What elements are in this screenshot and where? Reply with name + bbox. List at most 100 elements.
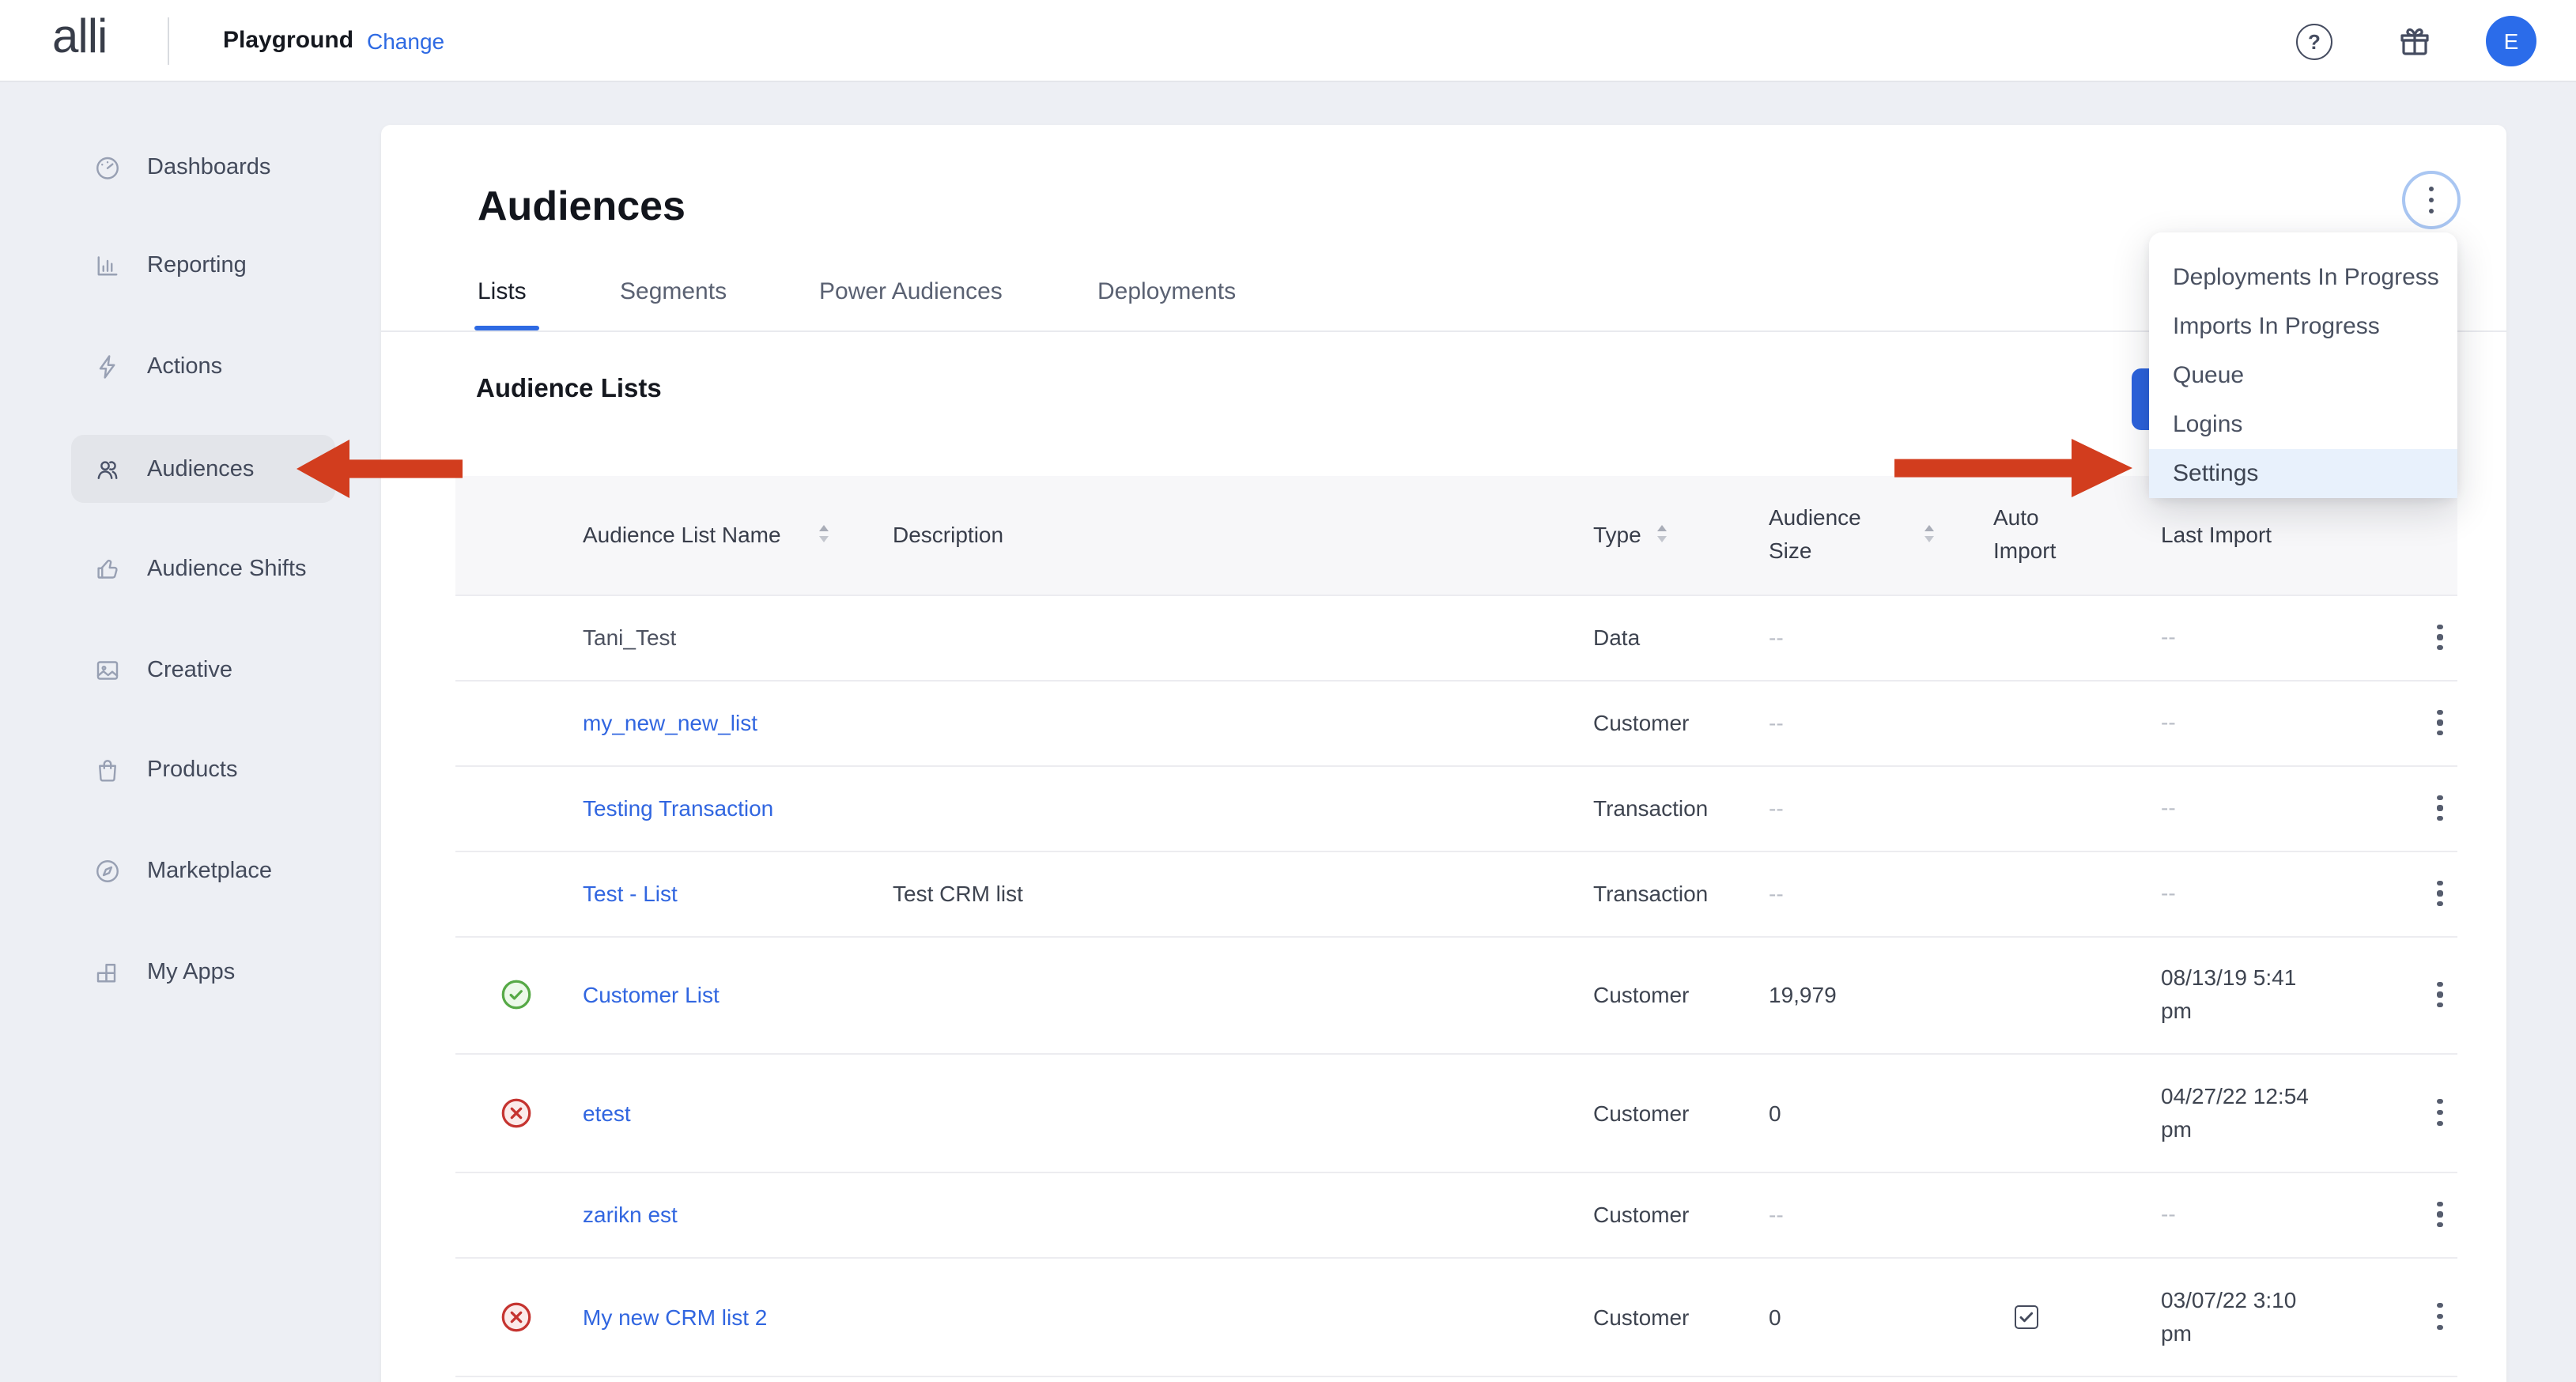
size-cell: -- — [1769, 1202, 1784, 1227]
audience-list-name-link[interactable]: Customer List — [583, 982, 720, 1007]
section-title: Audience Lists — [476, 375, 662, 405]
audience-list-name-link[interactable]: my_new_new_list — [583, 710, 757, 735]
sidebar-item-audience-shifts[interactable]: Audience Shifts — [71, 535, 335, 603]
size-cell: -- — [1769, 710, 1784, 735]
panel-kebab-menu-button[interactable] — [2402, 171, 2461, 229]
status-error-icon — [501, 1301, 531, 1331]
last-import-cell: -- — [2161, 621, 2332, 654]
sort-control-name[interactable] — [818, 525, 828, 542]
gift-icon[interactable] — [2396, 22, 2434, 60]
size-cell: 0 — [1769, 1304, 1781, 1329]
auto-import-checkbox[interactable] — [2015, 1305, 2038, 1328]
sort-control-size[interactable] — [1924, 525, 1933, 542]
people-icon — [93, 455, 122, 483]
image-icon — [93, 656, 122, 685]
type-cell: Customer — [1593, 1100, 1689, 1125]
audience-lists-table: Audience List Name Description Type Audi… — [455, 476, 2457, 1376]
table-row: zarikn est Customer -- -- — [455, 1172, 2457, 1258]
type-cell: Customer — [1593, 710, 1689, 735]
row-kebab-menu-icon[interactable] — [2427, 976, 2453, 1014]
last-import-cell: -- — [2161, 791, 2332, 825]
sidebar-item-label: My Apps — [147, 959, 235, 984]
type-cell: Data — [1593, 625, 1640, 650]
row-kebab-menu-icon[interactable] — [2427, 874, 2453, 912]
sidebar-item-audiences[interactable]: Audiences — [71, 435, 335, 503]
top-bar: alli Playground Change ? E — [0, 0, 2576, 82]
thumb-up-icon — [93, 555, 122, 583]
menu-item-logins[interactable]: Logins — [2149, 400, 2457, 449]
help-icon[interactable]: ? — [2296, 24, 2332, 60]
audience-list-name-link[interactable]: Test - List — [583, 881, 678, 906]
row-kebab-menu-icon[interactable] — [2427, 789, 2453, 827]
audience-list-name-link[interactable]: etest — [583, 1100, 631, 1125]
gauge-icon — [93, 153, 122, 182]
sidebar-item-label: Audience Shifts — [147, 557, 307, 582]
last-import-cell: 08/13/19 5:41 pm — [2161, 961, 2332, 1028]
sidebar-item-label: Creative — [147, 658, 232, 683]
sidebar-item-creative[interactable]: Creative — [71, 636, 335, 704]
change-workspace-link[interactable]: Change — [367, 28, 444, 54]
table-row: My new CRM list 2 Customer 0 03/07/22 3:… — [455, 1258, 2457, 1376]
size-cell: -- — [1769, 625, 1784, 650]
sidebar-item-dashboards[interactable]: Dashboards — [71, 134, 335, 202]
audience-list-name-link[interactable]: Testing Transaction — [583, 795, 773, 821]
audience-list-name-link[interactable]: zarikn est — [583, 1202, 678, 1227]
column-header-description: Description — [893, 519, 1003, 552]
table-row: Tani_Test Data -- -- — [455, 595, 2457, 681]
tab-deployments[interactable]: Deployments — [1097, 278, 1236, 305]
type-cell: Transaction — [1593, 795, 1708, 821]
status-success-icon — [501, 980, 531, 1010]
sidebar: Dashboards Reporting Actions — [0, 82, 424, 1382]
sort-control-type[interactable] — [1656, 525, 1666, 542]
menu-item-queue[interactable]: Queue — [2149, 351, 2457, 400]
last-import-cell: 04/27/22 12:54 pm — [2161, 1079, 2332, 1146]
page-title: Audiences — [478, 182, 686, 231]
row-kebab-menu-icon[interactable] — [2427, 618, 2453, 656]
tab-lists[interactable]: Lists — [478, 278, 527, 305]
size-cell: -- — [1769, 881, 1784, 906]
sidebar-item-label: Marketplace — [147, 859, 272, 884]
description-cell: Test CRM list — [893, 881, 1023, 906]
size-cell: 19,979 — [1769, 982, 1837, 1007]
menu-item-settings[interactable]: Settings — [2149, 449, 2457, 498]
row-kebab-menu-icon[interactable] — [2427, 1195, 2453, 1233]
column-header-name: Audience List Name — [583, 519, 781, 552]
audience-list-name-link[interactable]: My new CRM list 2 — [583, 1304, 767, 1329]
type-cell: Customer — [1593, 1202, 1689, 1227]
sidebar-item-label: Products — [147, 757, 237, 783]
sidebar-item-products[interactable]: Products — [71, 736, 335, 804]
type-cell: Transaction — [1593, 881, 1708, 906]
sidebar-item-label: Dashboards — [147, 155, 270, 180]
sidebar-item-label: Audiences — [147, 456, 254, 481]
panel-dropdown-menu: Deployments In Progress Imports In Progr… — [2149, 232, 2457, 498]
column-header-type: Type — [1593, 519, 1641, 552]
sidebar-item-my-apps[interactable]: My Apps — [71, 938, 335, 1006]
column-header-auto-import: Auto Import — [1993, 501, 2076, 568]
row-kebab-menu-icon[interactable] — [2427, 1093, 2453, 1131]
row-kebab-menu-icon[interactable] — [2427, 704, 2453, 742]
table-row: etest Customer 0 04/27/22 12:54 pm — [455, 1054, 2457, 1172]
menu-item-imports-in-progress[interactable]: Imports In Progress — [2149, 302, 2457, 351]
app-window: alli Playground Change ? E Dashboards — [0, 0, 2576, 1382]
table-row: Customer List Customer 19,979 08/13/19 5… — [455, 937, 2457, 1054]
status-error-icon — [501, 1097, 531, 1127]
sidebar-item-label: Reporting — [147, 253, 247, 278]
alli-logo: alli — [52, 11, 107, 65]
table-row: Testing Transaction Transaction -- -- — [455, 766, 2457, 851]
workspace-name: Playground — [223, 27, 353, 54]
shopping-bag-icon — [93, 756, 122, 784]
sidebar-item-reporting[interactable]: Reporting — [71, 232, 335, 300]
sidebar-item-actions[interactable]: Actions — [71, 333, 335, 401]
column-header-last-import: Last Import — [2161, 519, 2272, 552]
row-kebab-menu-icon[interactable] — [2427, 1297, 2453, 1335]
checkbox-checked[interactable] — [2015, 1305, 2038, 1328]
sidebar-item-marketplace[interactable]: Marketplace — [71, 837, 335, 905]
menu-item-deployments-in-progress[interactable]: Deployments In Progress — [2149, 253, 2457, 302]
type-cell: Customer — [1593, 982, 1689, 1007]
last-import-cell: -- — [2161, 706, 2332, 739]
tab-power-audiences[interactable]: Power Audiences — [819, 278, 1003, 305]
tab-segments[interactable]: Segments — [620, 278, 727, 305]
blocks-icon — [93, 957, 122, 986]
user-avatar[interactable]: E — [2486, 16, 2536, 66]
last-import-cell: -- — [2161, 1198, 2332, 1231]
